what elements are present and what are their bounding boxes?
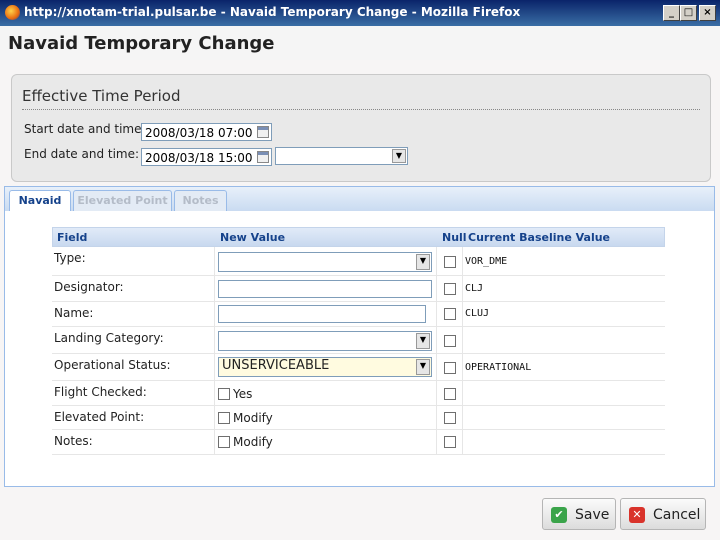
header-null: Null — [442, 231, 467, 244]
operational-status-select[interactable]: UNSERVICEABLE ▼ — [218, 357, 432, 377]
type-select[interactable]: ▼ — [218, 252, 432, 272]
header-baseline: Current Baseline Value — [468, 231, 611, 244]
header-field: Field — [57, 231, 88, 244]
landing-category-null-checkbox[interactable] — [444, 335, 456, 347]
checkmark-icon: ✔ — [551, 507, 567, 523]
close-button[interactable]: × — [699, 5, 716, 21]
cancel-x-icon: ✕ — [629, 507, 645, 523]
designator-baseline: CLJ — [465, 283, 484, 294]
tab-strip: Navaid Elevated Point Notes — [4, 186, 715, 213]
name-baseline: CLUJ — [465, 308, 490, 319]
grid-row: Operational Status: UNSERVICEABLE ▼ OPER… — [52, 354, 665, 381]
grid-header: Field New Value Null Current Baseline Va… — [52, 227, 665, 247]
notes-modify-checkbox[interactable] — [218, 436, 230, 448]
field-elevated-point-label: Elevated Point: — [54, 410, 145, 424]
field-notes-label: Notes: — [54, 434, 93, 448]
designator-null-checkbox[interactable] — [444, 283, 456, 295]
save-button-label: Save — [575, 507, 610, 523]
cancel-button[interactable]: ✕ Cancel — [620, 498, 706, 530]
notes-null-checkbox[interactable] — [444, 436, 456, 448]
window-titlebar: http://xnotam-trial.pulsar.be - Navaid T… — [0, 0, 720, 26]
field-flight-checked-label: Flight Checked: — [54, 385, 147, 399]
tab-notes[interactable]: Notes — [174, 190, 227, 212]
period-divider — [22, 109, 700, 110]
type-null-checkbox[interactable] — [444, 256, 456, 268]
end-date-value: 2008/03/18 15:00 — [145, 151, 253, 165]
field-designator-label: Designator: — [54, 280, 124, 294]
calendar-icon[interactable] — [257, 151, 269, 163]
flight-checked-checkbox[interactable] — [218, 388, 230, 400]
field-landing-category-label: Landing Category: — [54, 331, 164, 345]
save-button[interactable]: ✔ Save — [542, 498, 616, 530]
chevron-down-icon[interactable]: ▼ — [392, 149, 406, 163]
firefox-icon — [5, 5, 20, 20]
tab-elevated-point[interactable]: Elevated Point — [73, 190, 172, 212]
chevron-down-icon[interactable]: ▼ — [416, 254, 430, 270]
grid-row: Flight Checked: Yes — [52, 381, 665, 406]
field-name-label: Name: — [54, 306, 94, 320]
landing-category-select[interactable]: ▼ — [218, 331, 432, 351]
start-date-field[interactable]: 2008/03/18 07:00 — [141, 123, 272, 141]
name-null-checkbox[interactable] — [444, 308, 456, 320]
dialog-title: Navaid Temporary Change — [8, 33, 275, 54]
end-qualifier-select[interactable]: ▼ — [275, 147, 408, 165]
tab-navaid[interactable]: Navaid — [9, 190, 71, 213]
grid-row: Elevated Point: Modify — [52, 406, 665, 430]
grid-row: Notes: Modify — [52, 430, 665, 455]
end-date-field[interactable]: 2008/03/18 15:00 — [141, 148, 272, 166]
start-date-label: Start date and time: — [24, 122, 146, 136]
grid-row: Type: ▼ VOR_DME — [52, 247, 665, 276]
window-title: http://xnotam-trial.pulsar.be - Navaid T… — [24, 5, 521, 19]
end-date-label: End date and time: — [24, 147, 140, 161]
grid-row: Designator: CLJ — [52, 276, 665, 302]
effective-period-fieldset: Effective Time Period Start date and tim… — [11, 74, 711, 182]
grid-row: Landing Category: ▼ — [52, 327, 665, 354]
start-date-value: 2008/03/18 07:00 — [145, 126, 253, 140]
maximize-button[interactable]: □ — [680, 5, 697, 21]
notes-option-label: Modify — [233, 435, 273, 449]
chevron-down-icon[interactable]: ▼ — [416, 359, 430, 375]
type-baseline: VOR_DME — [465, 256, 508, 267]
elevated-point-option-label: Modify — [233, 411, 273, 425]
field-type-label: Type: — [54, 251, 86, 265]
operational-status-null-checkbox[interactable] — [444, 362, 456, 374]
name-input[interactable] — [218, 305, 426, 323]
operational-status-value: UNSERVICEABLE — [222, 358, 330, 373]
flight-checked-null-checkbox[interactable] — [444, 388, 456, 400]
minimize-button[interactable]: _ — [663, 5, 680, 21]
cancel-button-label: Cancel — [653, 507, 701, 523]
designator-input[interactable] — [218, 280, 432, 298]
grid-row: Name: CLUJ — [52, 302, 665, 327]
flight-checked-option-label: Yes — [233, 387, 253, 401]
operational-status-baseline: OPERATIONAL — [465, 362, 532, 373]
header-new-value: New Value — [220, 231, 286, 244]
chevron-down-icon[interactable]: ▼ — [416, 333, 430, 349]
period-legend: Effective Time Period — [22, 87, 181, 105]
elevated-point-null-checkbox[interactable] — [444, 412, 456, 424]
elevated-point-modify-checkbox[interactable] — [218, 412, 230, 424]
field-operational-status-label: Operational Status: — [54, 358, 171, 372]
calendar-icon[interactable] — [257, 126, 269, 138]
dialog-header: Navaid Temporary Change — [0, 26, 720, 61]
